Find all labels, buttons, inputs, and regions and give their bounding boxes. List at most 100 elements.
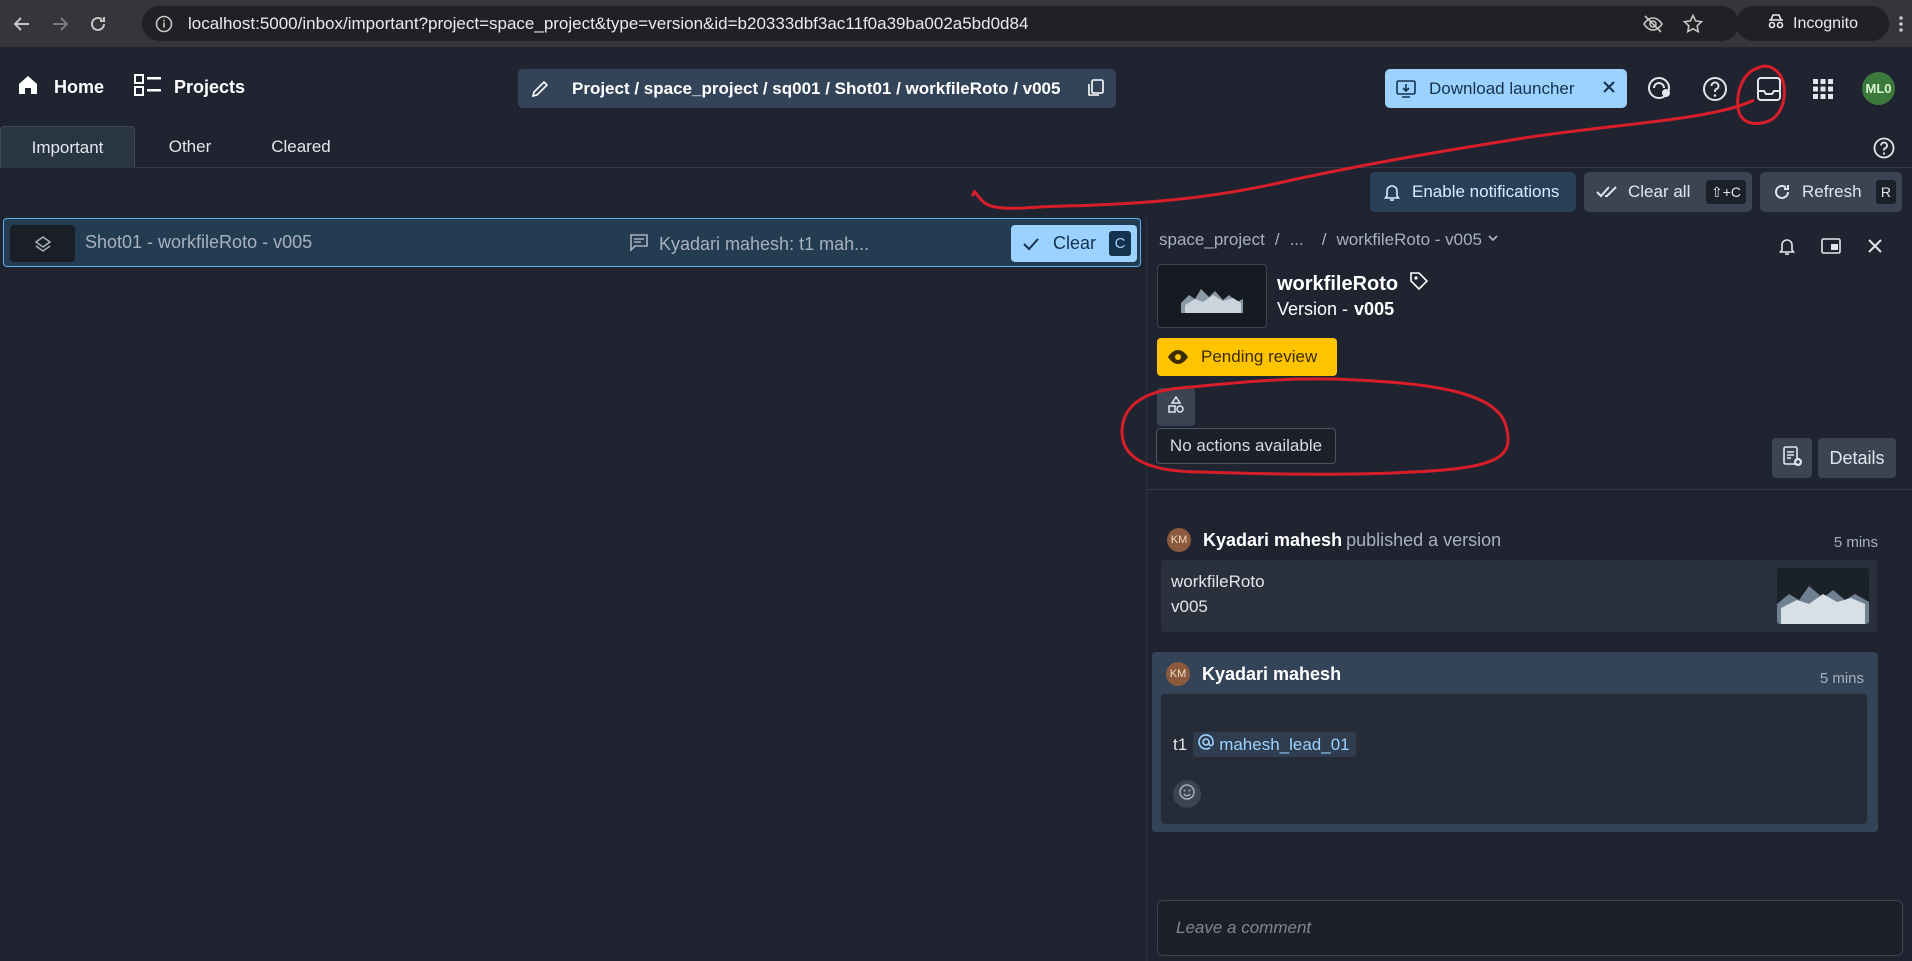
forward-icon[interactable] [44, 8, 76, 40]
projects-link[interactable]: Projects [134, 73, 245, 102]
feed-options-button[interactable] [1772, 438, 1812, 478]
feed-item-header: KM Kyadari mahesh published a version [1167, 528, 1501, 552]
inbox-icon[interactable] [1754, 74, 1784, 104]
emoji-icon [1178, 783, 1196, 806]
refresh-button[interactable]: Refresh R [1760, 172, 1902, 212]
enable-notifications-label: Enable notifications [1412, 182, 1560, 201]
at-icon [1197, 733, 1215, 756]
download-label: Download launcher [1429, 78, 1575, 98]
document-add-icon [1781, 445, 1803, 472]
version-card[interactable]: workfileRoto v005 [1161, 560, 1877, 632]
panel-title: workfileRoto [1277, 270, 1430, 298]
inbox-row[interactable]: Shot01 - workfileRoto - v005 Kyadari mah… [3, 218, 1141, 267]
add-reaction-button[interactable] [1173, 780, 1201, 808]
eye-icon [1167, 349, 1189, 365]
url-text: localhost:5000/inbox/important?project=s… [188, 13, 1029, 33]
incognito-label: Incognito [1793, 14, 1858, 32]
crumb-separator: / [1274, 230, 1280, 249]
pencil-icon[interactable] [530, 79, 552, 99]
crumb-ellipsis[interactable]: ... [1290, 230, 1304, 250]
breadcrumb[interactable]: Project / space_project / sq001 / Shot01… [518, 69, 1116, 108]
inbox-row-title: Shot01 - workfileRoto - v005 [85, 232, 313, 252]
clear-label: Clear [1053, 233, 1097, 253]
panel-subtitle: Version - v005 [1277, 299, 1394, 320]
address-bar[interactable]: localhost:5000/inbox/important?project=s… [142, 6, 1739, 41]
breadcrumb-path: Project / space_project / sq001 / Shot01… [572, 78, 1061, 98]
refresh-label: Refresh [1802, 182, 1862, 201]
download-launcher-button[interactable]: Download launcher [1385, 69, 1627, 108]
incognito-icon [1767, 12, 1785, 35]
home-label: Home [54, 77, 105, 97]
crumb-current[interactable]: workfileRoto - v005 [1336, 230, 1482, 250]
help-icon[interactable] [1700, 74, 1730, 104]
help-icon[interactable] [1872, 136, 1896, 160]
check-icon [1023, 237, 1039, 251]
version-card-thumbnail [1777, 568, 1869, 624]
close-icon[interactable] [1863, 234, 1887, 258]
layers-icon [10, 225, 75, 262]
feed-timestamp: 5 mins [1833, 534, 1878, 551]
chevron-down-icon[interactable] [1486, 230, 1500, 250]
tab-other[interactable]: Other [146, 126, 234, 168]
open-window-icon[interactable] [1819, 234, 1843, 258]
double-check-icon [1596, 184, 1618, 200]
status-badge[interactable]: Pending review [1157, 338, 1337, 376]
comment-body: t1 mahesh_lead_01 [1161, 694, 1867, 824]
bell-icon [1382, 182, 1402, 202]
close-icon[interactable] [1601, 79, 1617, 95]
home-link[interactable]: Home [16, 73, 104, 102]
comment-card: KM Kyadari mahesh 5 mins t1 mahesh_lead_… [1152, 652, 1878, 832]
bell-icon[interactable] [1775, 234, 1799, 258]
eye-off-icon[interactable] [1642, 13, 1664, 35]
actions-button[interactable] [1157, 388, 1195, 426]
back-icon[interactable] [6, 8, 38, 40]
user-mention[interactable]: mahesh_lead_01 [1193, 732, 1356, 757]
comment-icon [629, 232, 649, 257]
author-name[interactable]: Kyadari mahesh [1202, 664, 1341, 685]
reload-icon[interactable] [82, 8, 114, 40]
details-button[interactable]: Details [1818, 438, 1896, 478]
entity-type: Version - [1277, 299, 1349, 319]
tab-cleared[interactable]: Cleared [252, 126, 350, 168]
chat-icon[interactable] [1645, 74, 1675, 104]
author-name[interactable]: Kyadari mahesh [1203, 530, 1342, 551]
inbox-row-message: Kyadari mahesh: t1 mah... [629, 232, 869, 257]
author-avatar: KM [1166, 662, 1190, 686]
thumbnail-image [1179, 279, 1245, 313]
panel-breadcrumb: space_project / ... / workfileRoto - v00… [1159, 230, 1500, 250]
inbox-row-message-text: Kyadari mahesh: t1 mah... [659, 234, 870, 254]
clear-shortcut: C [1109, 231, 1131, 256]
user-avatar[interactable]: ML0 [1862, 72, 1895, 105]
site-info-icon[interactable] [152, 12, 176, 36]
clear-all-shortcut: ⇧+C [1705, 180, 1746, 204]
copy-icon[interactable] [1086, 78, 1106, 98]
tag-icon[interactable] [1408, 270, 1430, 298]
download-icon [1395, 78, 1417, 100]
tab-important[interactable]: Important [0, 126, 135, 168]
star-icon[interactable] [1682, 13, 1704, 35]
author-avatar: KM [1167, 528, 1191, 552]
details-panel: space_project / ... / workfileRoto - v00… [1146, 218, 1912, 961]
crumb-project[interactable]: space_project [1159, 230, 1265, 250]
browser-toolbar: localhost:5000/inbox/important?project=s… [0, 0, 1912, 47]
browser-menu-icon[interactable] [1896, 12, 1906, 36]
home-icon [16, 73, 40, 102]
version-thumbnail[interactable] [1157, 264, 1267, 328]
apps-grid-icon[interactable] [1808, 74, 1838, 104]
status-label: Pending review [1201, 347, 1318, 366]
mention-username: mahesh_lead_01 [1219, 734, 1350, 754]
inbox-tabs: Important Other Cleared [0, 126, 1912, 168]
app-header: Home Projects Project / space_project / … [0, 47, 1912, 129]
panel-title-text: workfileRoto [1277, 272, 1399, 295]
feed-item-header: KM Kyadari mahesh [1166, 662, 1341, 686]
comment-input[interactable]: Leave a comment [1157, 900, 1903, 956]
enable-notifications-button[interactable]: Enable notifications [1370, 172, 1576, 212]
comment-content: t1 [1173, 734, 1188, 754]
clear-button[interactable]: Clear C [1011, 225, 1137, 262]
crumb-separator: / [1321, 230, 1327, 249]
comment-text: t1 mahesh_lead_01 [1173, 732, 1356, 757]
actions-tooltip: No actions available [1156, 428, 1336, 464]
incognito-indicator[interactable]: Incognito [1736, 6, 1889, 41]
clear-all-button[interactable]: Clear all ⇧+C [1584, 172, 1752, 212]
version-card-name: workfileRoto [1171, 572, 1265, 591]
